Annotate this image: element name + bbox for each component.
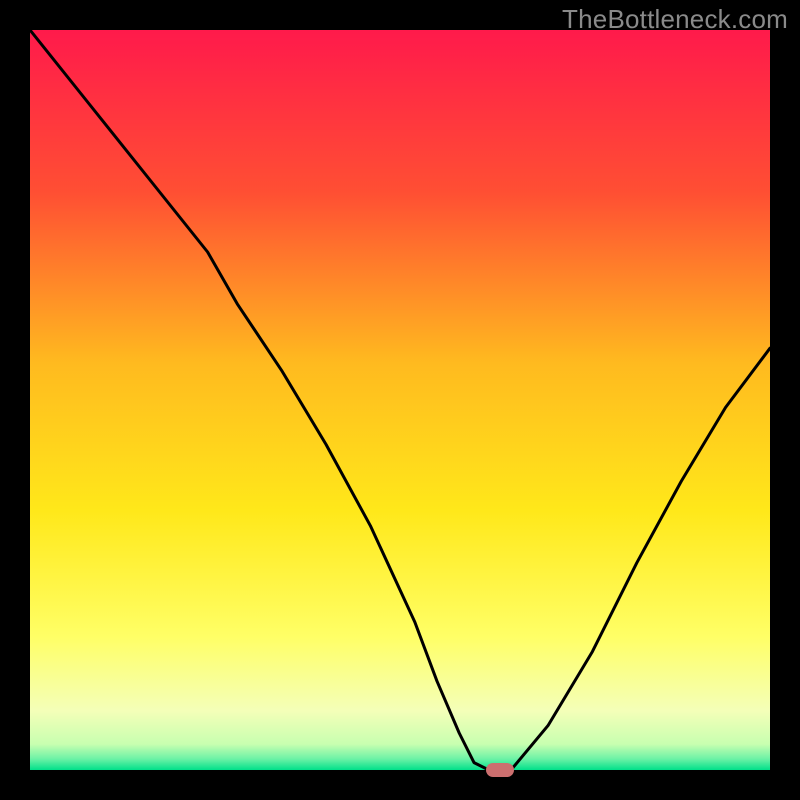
plot-area xyxy=(30,30,770,770)
plot-svg xyxy=(30,30,770,770)
chart-frame: TheBottleneck.com xyxy=(0,0,800,800)
watermark-text: TheBottleneck.com xyxy=(562,4,788,35)
optimal-marker xyxy=(486,763,514,777)
gradient-background xyxy=(30,30,770,770)
